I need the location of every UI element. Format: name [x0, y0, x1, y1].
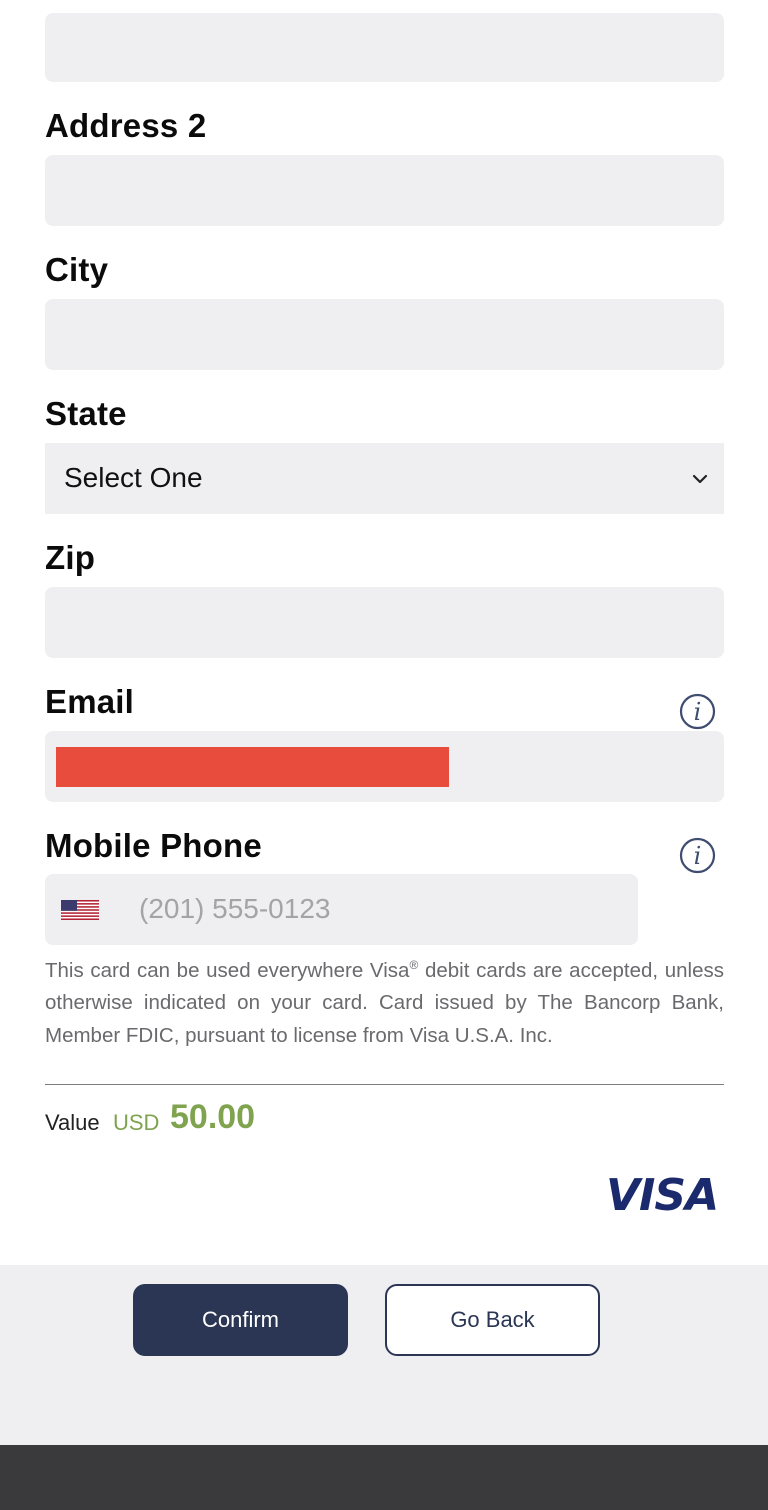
mobile-phone-label: Mobile Phone [45, 827, 262, 864]
us-flag-icon[interactable] [61, 900, 99, 920]
zip-label: Zip [45, 539, 96, 576]
info-icon[interactable]: i [679, 693, 716, 730]
value-currency: USD [113, 1110, 160, 1135]
state-label: State [45, 395, 127, 432]
divider [45, 1084, 724, 1085]
state-select-value: Select One [64, 462, 203, 493]
mobile-phone-input[interactable] [139, 889, 619, 929]
city-label: City [45, 251, 109, 288]
city-field[interactable] [45, 299, 724, 370]
address2-label: Address 2 [45, 107, 207, 144]
address1-field[interactable] [45, 13, 724, 82]
registered-mark: ® [409, 958, 419, 972]
info-icon[interactable]: i [679, 837, 716, 874]
email-label: Email [45, 683, 135, 720]
redacted-email-value [56, 747, 449, 787]
card-disclaimer: This card can be used everywhere Visa® d… [45, 955, 724, 1052]
disclaimer-text-1: This card can be used everywhere Visa [45, 959, 410, 982]
mobile-phone-field[interactable] [45, 874, 638, 945]
svg-text:i: i [694, 842, 702, 870]
confirm-button[interactable]: Confirm [133, 1284, 348, 1356]
card-form-page: Address 2 City State Select One Zip Emai… [0, 0, 768, 1510]
bottom-bar [0, 1445, 768, 1510]
visa-logo: VISA [606, 1170, 719, 1221]
email-field[interactable] [45, 731, 724, 802]
action-footer [0, 1265, 768, 1445]
address2-field[interactable] [45, 155, 724, 226]
zip-field[interactable] [45, 587, 724, 658]
value-amount: 50.00 [170, 1098, 256, 1136]
svg-text:i: i [694, 698, 702, 726]
state-select[interactable]: Select One [45, 443, 724, 514]
go-back-button[interactable]: Go Back [385, 1284, 600, 1356]
value-label: Value [45, 1110, 100, 1135]
chevron-down-icon [692, 474, 708, 484]
